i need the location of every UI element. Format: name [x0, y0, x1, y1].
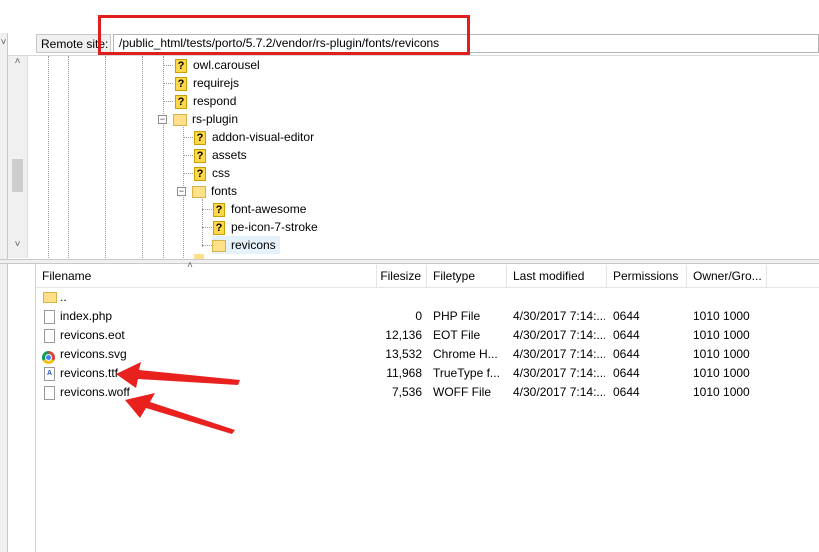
annotation-arrow-ttf [116, 362, 240, 388]
annotation-arrows [116, 362, 240, 434]
annotation-arrow-woff [125, 393, 235, 434]
